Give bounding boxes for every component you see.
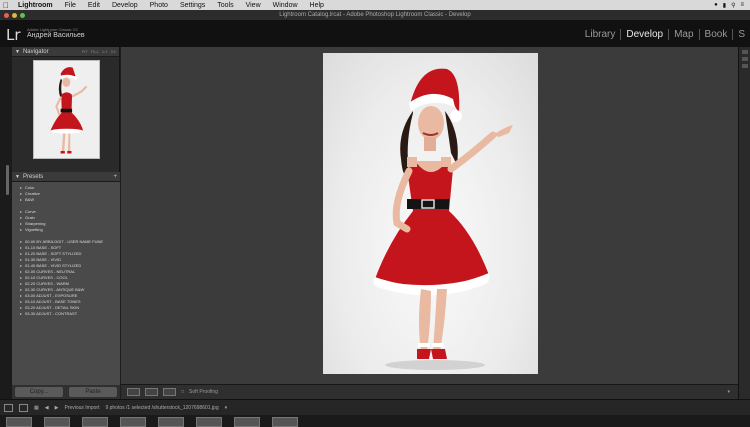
module-develop[interactable]: Develop — [621, 29, 670, 40]
presets-title: Presets — [22, 173, 44, 180]
navigator-header[interactable]: ▼ Navigator FIT FILL 1:1 3:1 — [12, 47, 119, 57]
menu-photo[interactable]: Photo — [144, 2, 174, 9]
right-panel-tab[interactable] — [742, 64, 748, 68]
zoom-icon[interactable] — [20, 13, 25, 18]
filmstrip-info: 9 photos /1 selected /shutterstock_12076… — [105, 404, 219, 411]
filmstrip-thumbnail[interactable] — [234, 417, 260, 427]
add-preset-icon[interactable]: + — [113, 174, 117, 180]
search-icon[interactable]: ⚲ — [731, 2, 735, 9]
soft-proofing-label: Soft Proofing — [189, 389, 218, 395]
zoom-fit[interactable]: FIT — [82, 49, 88, 54]
copy-paste-bar: Copy... Paste — [12, 385, 120, 399]
preset-group-item[interactable]: Vignetting — [12, 227, 120, 233]
filmstrip-thumbnail[interactable] — [44, 417, 70, 427]
menu-tools[interactable]: Tools — [211, 2, 239, 9]
filmstrip — [0, 415, 750, 427]
wifi-icon[interactable]: ● — [714, 2, 718, 9]
identity-plate: Lr Adobe Lightroom Classic CC Андрей Вас… — [0, 21, 750, 68]
paste-button[interactable]: Paste — [69, 387, 117, 397]
left-panel: ▼ Navigator FIT FILL 1:1 3:1 ▼ Presets +… — [12, 47, 120, 399]
status-icons: ● ▮ ⚲ ≡ — [714, 2, 750, 9]
module-book[interactable]: Book — [700, 29, 734, 40]
zoom-options: FIT FILL 1:1 3:1 — [82, 49, 116, 54]
right-panel-tab[interactable] — [742, 57, 748, 61]
menu-edit[interactable]: Edit — [82, 2, 106, 9]
lr-logo: Lr — [6, 26, 21, 44]
forward-arrow-icon[interactable]: ▶ — [55, 405, 59, 411]
preset-group-item[interactable]: B&W — [12, 197, 120, 203]
battery-icon[interactable]: ▮ — [723, 2, 726, 9]
module-slideshow[interactable]: S — [733, 29, 750, 40]
module-map[interactable]: Map — [669, 29, 700, 40]
filmstrip-dropdown-icon[interactable]: ▾ — [225, 405, 228, 411]
navigator-preview[interactable] — [12, 57, 119, 172]
filmstrip-thumbnail[interactable] — [272, 417, 298, 427]
window-title: Lightroom Catalog.lrcat - Adobe Photosho… — [279, 12, 471, 18]
develop-canvas[interactable] — [121, 47, 738, 384]
menu-file[interactable]: File — [59, 2, 82, 9]
santa-woman-thumbnail-image — [34, 61, 99, 158]
page-1-button[interactable] — [4, 403, 13, 412]
filmstrip-thumbnail[interactable] — [158, 417, 184, 427]
zoom-3-1[interactable]: 3:1 — [110, 49, 116, 54]
menu-view[interactable]: View — [240, 2, 267, 9]
page-2-button[interactable] — [19, 403, 28, 412]
minimize-icon[interactable] — [12, 13, 17, 18]
zoom-fill[interactable]: FILL — [91, 49, 99, 54]
menu-help[interactable]: Help — [304, 2, 330, 9]
loupe-view-button[interactable] — [127, 388, 140, 396]
window-titlebar: Lightroom Catalog.lrcat - Adobe Photosho… — [0, 10, 750, 21]
apple-icon[interactable]:  — [0, 1, 12, 10]
menu-settings[interactable]: Settings — [174, 2, 211, 9]
toolbar-menu-icon[interactable]: ▾ — [727, 389, 738, 395]
zoom-1-1[interactable]: 1:1 — [102, 49, 108, 54]
compare-button[interactable] — [163, 388, 176, 396]
mac-menubar:  Lightroom File Edit Develop Photo Sett… — [0, 0, 750, 10]
filmstrip-bar: ▦ ◀ ▶ Previous Import 9 photos /1 select… — [0, 399, 750, 415]
main-photo[interactable] — [323, 53, 538, 374]
filmstrip-source[interactable]: Previous Import — [64, 405, 99, 411]
user-name: Андрей Васильев — [27, 32, 85, 39]
navigator-thumbnail[interactable] — [33, 60, 100, 159]
module-picker: Library Develop Map Book S — [580, 29, 750, 40]
presets-header[interactable]: ▼ Presets + — [12, 172, 120, 182]
before-after-button[interactable] — [145, 388, 158, 396]
presets-panel: ▼ Presets + Color Creative B&W Curve Gra… — [12, 172, 120, 392]
left-panel-edge[interactable] — [0, 47, 12, 399]
filmstrip-thumbnail[interactable] — [120, 417, 146, 427]
menu-develop[interactable]: Develop — [106, 2, 144, 9]
soft-proofing-checkbox[interactable]: □ — [181, 389, 184, 395]
collapse-triangle-icon[interactable]: ▼ — [15, 49, 20, 55]
left-scrollbar[interactable] — [6, 165, 9, 195]
right-panel-tab[interactable] — [742, 50, 748, 54]
menu-extras-icon[interactable]: ≡ — [740, 2, 744, 9]
right-panel-edge[interactable] — [738, 47, 750, 399]
back-arrow-icon[interactable]: ◀ — [45, 405, 49, 411]
santa-woman-image — [373, 68, 513, 370]
window-controls — [4, 13, 25, 18]
close-icon[interactable] — [4, 13, 9, 18]
develop-toolbar: □ Soft Proofing ▾ — [121, 384, 738, 399]
filmstrip-thumbnail[interactable] — [196, 417, 222, 427]
copy-button[interactable]: Copy... — [15, 387, 63, 397]
menu-window[interactable]: Window — [267, 2, 304, 9]
menu-app[interactable]: Lightroom — [12, 2, 59, 9]
module-library[interactable]: Library — [580, 29, 622, 40]
filmstrip-thumbnail[interactable] — [82, 417, 108, 427]
grid-view-icon[interactable]: ▦ — [34, 405, 39, 411]
filmstrip-thumbnail[interactable] — [6, 417, 32, 427]
preset-group-item[interactable]: 03-30 ADJUST - CONTRAST — [12, 311, 120, 317]
collapse-triangle-icon[interactable]: ▼ — [15, 174, 20, 180]
presets-list: Color Creative B&W Curve Grain Sharpenin… — [12, 182, 120, 392]
navigator-title: Navigator — [22, 48, 49, 55]
